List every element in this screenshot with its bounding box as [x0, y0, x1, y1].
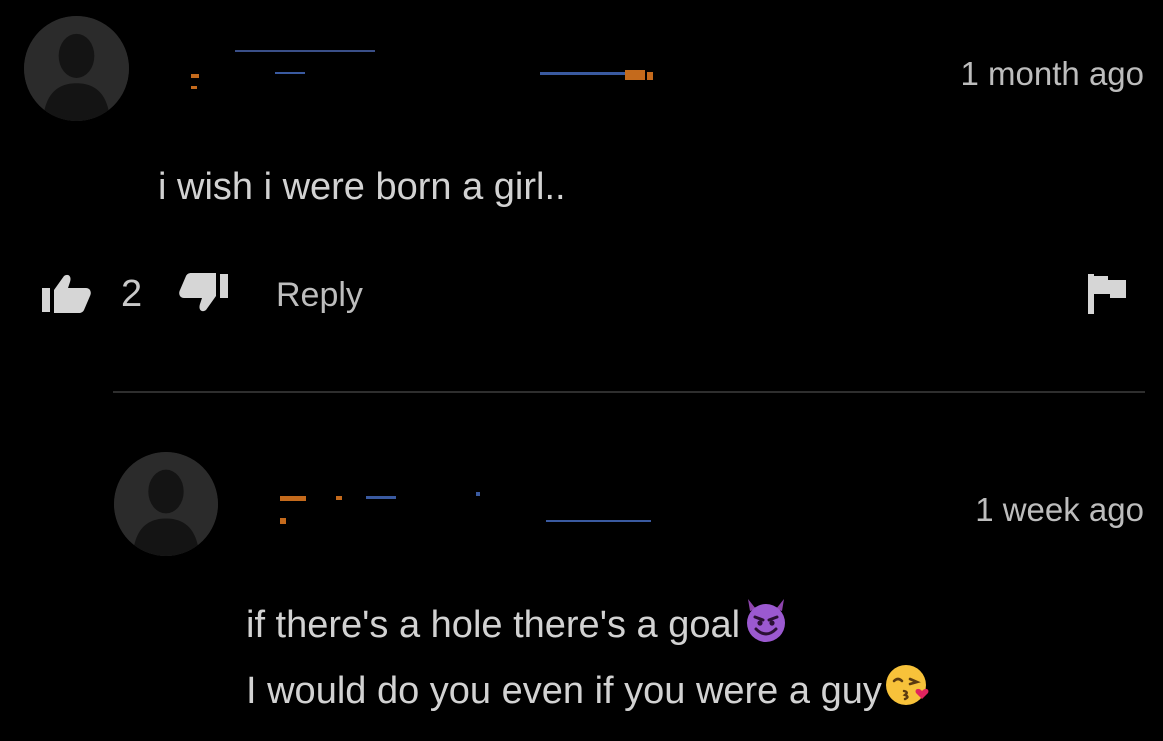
comment-timestamp: 1 month ago [960, 55, 1144, 92]
comment-text: if there's a hole there's a goal I would… [246, 592, 932, 724]
reply-button[interactable]: Reply [276, 276, 363, 315]
thumbs-down-icon[interactable] [178, 272, 230, 312]
redacted-username [280, 492, 651, 524]
avatar[interactable] [24, 16, 129, 121]
comment-divider [113, 391, 1145, 393]
comment-line: I would do you even if you were a guy [246, 670, 882, 712]
user-silhouette-icon [24, 16, 129, 121]
user-silhouette-icon [114, 452, 218, 556]
flag-icon[interactable] [1088, 274, 1128, 314]
thumbs-up-icon[interactable] [40, 274, 92, 314]
kissing-face-emoji-icon [885, 665, 929, 705]
comment-timestamp: 1 week ago [975, 491, 1144, 528]
smiling-devil-emoji-icon [747, 599, 786, 642]
comment-text: i wish i were born a girl.. [158, 166, 566, 208]
comment-line: if there's a hole there's a goal [246, 604, 741, 646]
redacted-username [191, 50, 653, 89]
like-count: 2 [121, 273, 143, 315]
avatar[interactable] [114, 452, 218, 556]
